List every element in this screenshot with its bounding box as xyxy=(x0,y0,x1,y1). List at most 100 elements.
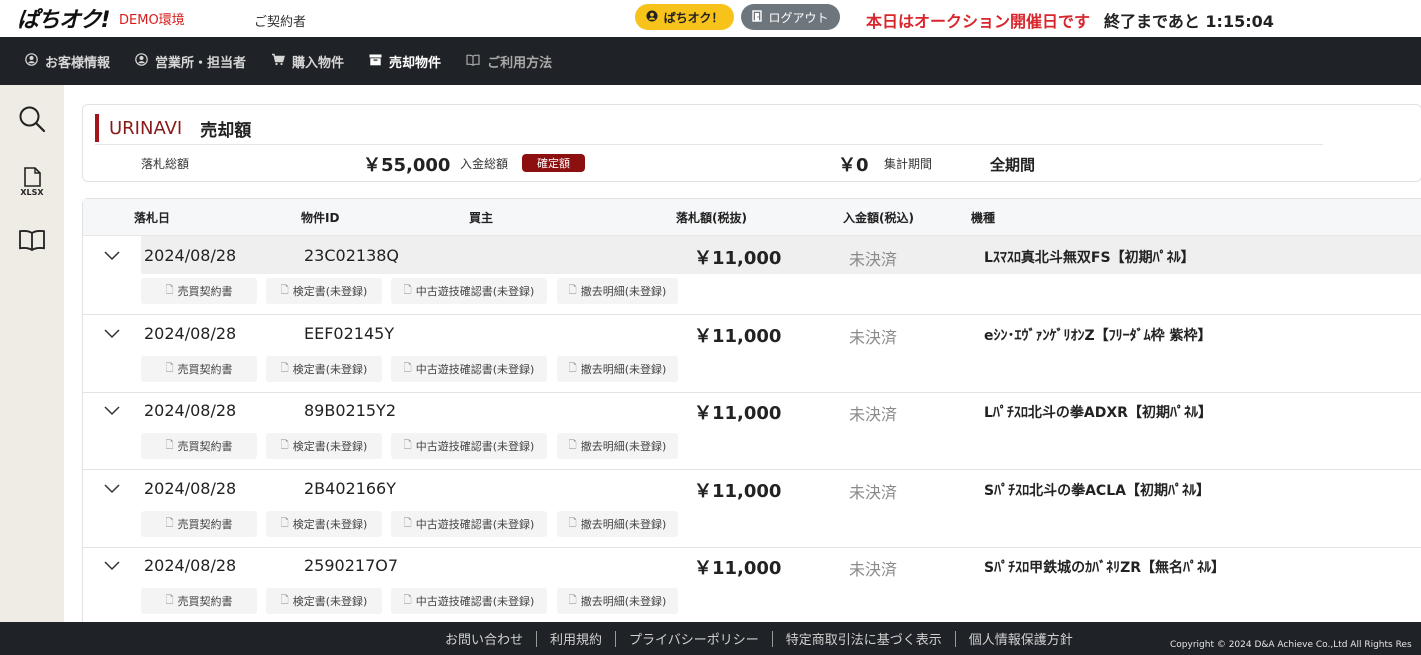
used-machine-cert-button[interactable]: 🗋 中古遊技確認書(未登録) xyxy=(391,511,547,537)
chevron-down-icon[interactable] xyxy=(103,324,121,342)
user-circle-icon xyxy=(135,53,148,69)
inspection-cert-button[interactable]: 🗋 検定書(未登録) xyxy=(266,433,382,459)
document-icon: 🗋 xyxy=(568,594,577,606)
xlsx-file-icon[interactable]: XLSX xyxy=(0,167,64,197)
document-icon: 🗋 xyxy=(403,517,412,529)
footer-link-privacy[interactable]: プライバシーポリシー xyxy=(629,629,759,648)
footer: お問い合わせ 利用規約 プライバシーポリシー 特定商取引法に基づく表示 個人情報… xyxy=(0,622,1421,655)
document-icon: 🗋 xyxy=(165,517,174,529)
nav-label: 売却物件 xyxy=(389,55,442,71)
sales-contract-button[interactable]: 🗋 売買契約書 xyxy=(141,511,257,537)
table-header: 落札日 物件ID 買主 落札額(税抜) 入金額(税込) 機種 xyxy=(83,199,1421,236)
row-price: ￥11,000 xyxy=(694,248,782,269)
book-icon xyxy=(466,54,480,69)
inspection-cert-button[interactable]: 🗋 検定書(未登録) xyxy=(266,588,382,614)
divider xyxy=(95,144,1323,145)
logout-button-label: ログアウト xyxy=(768,10,829,25)
summary-panel: URINAVI 売却額 落札総額 ￥55,000 入金総額 確定額 ￥0 集計期… xyxy=(82,104,1421,182)
document-icon: 🗋 xyxy=(568,362,577,374)
chevron-down-icon[interactable] xyxy=(103,479,121,497)
chevron-down-icon[interactable] xyxy=(103,556,121,574)
used-machine-cert-button[interactable]: 🗋 中古遊技確認書(未登録) xyxy=(391,356,547,382)
row-head: 2024/08/28 89B0215Y2 ￥11,000 未決済 Lﾊﾟﾁｽﾛ北… xyxy=(141,391,1421,429)
row-model: Sﾊﾟﾁｽﾛ甲鉄城のｶﾊﾞﾈﾘZR【無名ﾊﾟﾈﾙ】 xyxy=(984,560,1226,576)
doc-label: 撤去明細(未登録) xyxy=(580,363,667,376)
table-row[interactable]: 2024/08/28 89B0215Y2 ￥11,000 未決済 Lﾊﾟﾁｽﾛ北… xyxy=(83,391,1421,470)
used-machine-cert-button[interactable]: 🗋 中古遊技確認書(未登録) xyxy=(391,588,547,614)
row-status: 未決済 xyxy=(849,405,898,424)
doc-label: 中古遊技確認書(未登録) xyxy=(415,285,535,298)
bid-total-value: ￥55,000 xyxy=(363,155,451,176)
sales-contract-button[interactable]: 🗋 売買契約書 xyxy=(141,278,257,304)
table-row[interactable]: 2024/08/28 2590217O7 ￥11,000 未決済 Sﾊﾟﾁｽﾛ甲… xyxy=(83,546,1421,625)
xlsx-label: XLSX xyxy=(20,188,44,197)
table-row[interactable]: 2024/08/28 EEF02145Y ￥11,000 未決済 eｼﾝ･ｴｳﾞ… xyxy=(83,314,1421,393)
footer-link-personal-info[interactable]: 個人情報保護方針 xyxy=(969,629,1073,648)
inspection-cert-button[interactable]: 🗋 検定書(未登録) xyxy=(266,511,382,537)
table-row[interactable]: 2024/08/28 2B402166Y ￥11,000 未決済 Sﾊﾟﾁｽﾛ北… xyxy=(83,469,1421,548)
row-price: ￥11,000 xyxy=(694,558,782,579)
used-machine-cert-button[interactable]: 🗋 中古遊技確認書(未登録) xyxy=(391,278,547,304)
nav-label: お客様情報 xyxy=(45,55,111,71)
user-circle-icon xyxy=(25,53,38,69)
removal-statement-button[interactable]: 🗋 撤去明細(未登録) xyxy=(557,433,678,459)
nav-sold-items[interactable]: 売却物件 xyxy=(369,52,441,71)
confirmed-badge: 確定額 xyxy=(522,154,585,172)
removal-statement-button[interactable]: 🗋 撤去明細(未登録) xyxy=(557,588,678,614)
column-header: 入金額(税込) xyxy=(843,211,914,225)
sidebar: XLSX xyxy=(0,85,64,622)
nav-usage-guide[interactable]: ご利用方法 xyxy=(466,52,552,71)
column-header: 買主 xyxy=(469,211,494,225)
nav-customer-info[interactable]: お客様情報 xyxy=(25,52,110,71)
nav-office-staff[interactable]: 営業所・担当者 xyxy=(135,52,246,71)
doc-label: 撤去明細(未登録) xyxy=(580,440,667,453)
row-date: 2024/08/28 xyxy=(144,401,237,420)
doc-label: 売買契約書 xyxy=(177,363,233,376)
summary-title: URINAVI 売却額 xyxy=(95,114,251,142)
inspection-cert-button[interactable]: 🗋 検定書(未登録) xyxy=(266,278,382,304)
table-row[interactable]: 2024/08/28 23C02138Q ￥11,000 未決済 Lｽﾏｽﾛ真北… xyxy=(83,236,1421,315)
cart-icon xyxy=(271,53,285,69)
row-item-id: 23C02138Q xyxy=(304,246,400,265)
column-header: 物件ID xyxy=(301,211,340,225)
doc-label: 検定書(未登録) xyxy=(292,363,368,376)
column-header: 機種 xyxy=(971,211,996,225)
nav-purchased-items[interactable]: 購入物件 xyxy=(271,52,344,71)
bid-total-label: 落札総額 xyxy=(141,157,190,171)
document-icon: 🗋 xyxy=(403,594,412,606)
search-icon[interactable] xyxy=(0,105,64,133)
inspection-cert-button[interactable]: 🗋 検定書(未登録) xyxy=(266,356,382,382)
logout-button[interactable]: ログアウト xyxy=(741,4,840,30)
sales-contract-button[interactable]: 🗋 売買契約書 xyxy=(141,433,257,459)
doc-label: 撤去明細(未登録) xyxy=(580,518,667,531)
footer-link-contact[interactable]: お問い合わせ xyxy=(445,629,523,648)
pachioku-button[interactable]: ぱちオク！ xyxy=(635,4,734,30)
book-icon[interactable] xyxy=(0,229,64,253)
separator xyxy=(615,630,617,647)
footer-link-terms[interactable]: 利用規約 xyxy=(550,629,602,648)
remaining-time: 終了まであと 1:15:04 xyxy=(1104,12,1274,31)
row-item-id: EEF02145Y xyxy=(304,324,395,343)
used-machine-cert-button[interactable]: 🗋 中古遊技確認書(未登録) xyxy=(391,433,547,459)
doc-label: 検定書(未登録) xyxy=(292,518,368,531)
top-bar: ぱちオク! DEMO環境 ご契約者 ぱちオク！ ログアウト 本日はオークション開… xyxy=(0,0,1421,38)
removal-statement-button[interactable]: 🗋 撤去明細(未登録) xyxy=(557,278,678,304)
document-icon: 🗋 xyxy=(165,594,174,606)
removal-statement-button[interactable]: 🗋 撤去明細(未登録) xyxy=(557,511,678,537)
period-value: 全期間 xyxy=(990,156,1036,174)
document-icon: 🗋 xyxy=(165,439,174,451)
footer-link-commerce-law[interactable]: 特定商取引法に基づく表示 xyxy=(786,629,942,648)
footer-links: お問い合わせ 利用規約 プライバシーポリシー 特定商取引法に基づく表示 個人情報… xyxy=(445,629,1073,648)
document-icon: 🗋 xyxy=(280,284,289,296)
row-model: Lｽﾏｽﾛ真北斗無双FS【初期ﾊﾟﾈﾙ】 xyxy=(984,250,1195,266)
chevron-down-icon[interactable] xyxy=(103,401,121,419)
site-logo[interactable]: ぱちオク! xyxy=(17,2,111,34)
row-head: 2024/08/28 2590217O7 ￥11,000 未決済 Sﾊﾟﾁｽﾛ甲… xyxy=(141,546,1421,584)
nav-label: 営業所・担当者 xyxy=(155,55,247,71)
chevron-down-icon[interactable] xyxy=(103,246,121,264)
doc-label: 中古遊技確認書(未登録) xyxy=(415,518,535,531)
sales-contract-button[interactable]: 🗋 売買契約書 xyxy=(141,588,257,614)
sales-contract-button[interactable]: 🗋 売買契約書 xyxy=(141,356,257,382)
document-icon: 🗋 xyxy=(403,362,412,374)
removal-statement-button[interactable]: 🗋 撤去明細(未登録) xyxy=(557,356,678,382)
